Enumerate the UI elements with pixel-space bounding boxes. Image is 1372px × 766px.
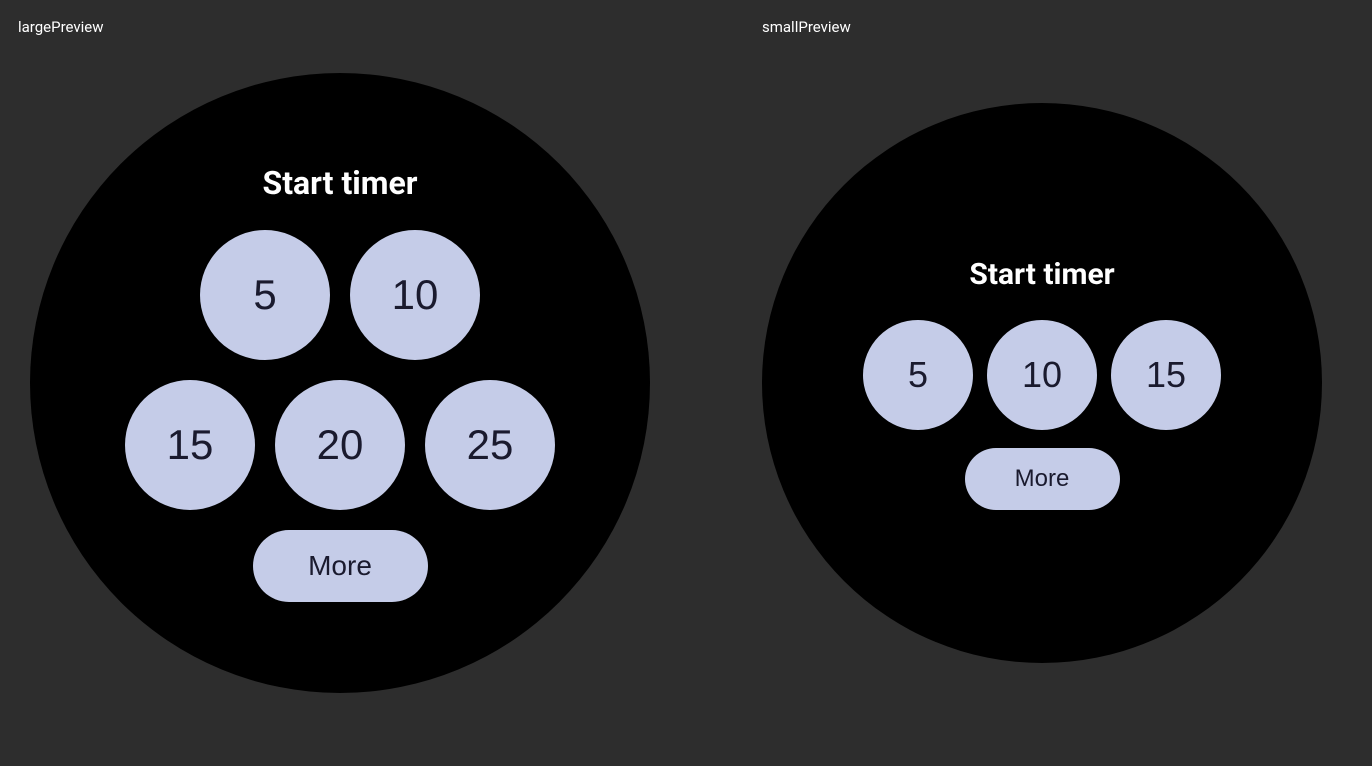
large-timer-btn-5[interactable]: 5 bbox=[200, 230, 330, 360]
large-watch-face: Start timer 5 10 15 20 25 More bbox=[30, 73, 650, 693]
large-timer-btn-25[interactable]: 25 bbox=[425, 380, 555, 510]
small-watch-title: Start timer bbox=[969, 257, 1114, 292]
small-watch-row1: 5 10 15 bbox=[863, 320, 1221, 430]
large-timer-btn-15[interactable]: 15 bbox=[125, 380, 255, 510]
small-timer-btn-10[interactable]: 10 bbox=[987, 320, 1097, 430]
large-preview-label: largePreview bbox=[18, 18, 104, 36]
small-preview-label: smallPreview bbox=[762, 18, 851, 36]
small-watch-face: Start timer 5 10 15 More bbox=[762, 103, 1322, 663]
large-timer-btn-20[interactable]: 20 bbox=[275, 380, 405, 510]
large-timer-btn-10[interactable]: 10 bbox=[350, 230, 480, 360]
small-more-button[interactable]: More bbox=[965, 448, 1120, 510]
large-watch-row2: 15 20 25 bbox=[125, 380, 555, 510]
large-watch-row1: 5 10 bbox=[200, 230, 480, 360]
small-timer-btn-15[interactable]: 15 bbox=[1111, 320, 1221, 430]
small-timer-btn-5[interactable]: 5 bbox=[863, 320, 973, 430]
large-watch-title: Start timer bbox=[263, 164, 418, 202]
large-more-button[interactable]: More bbox=[253, 530, 428, 602]
